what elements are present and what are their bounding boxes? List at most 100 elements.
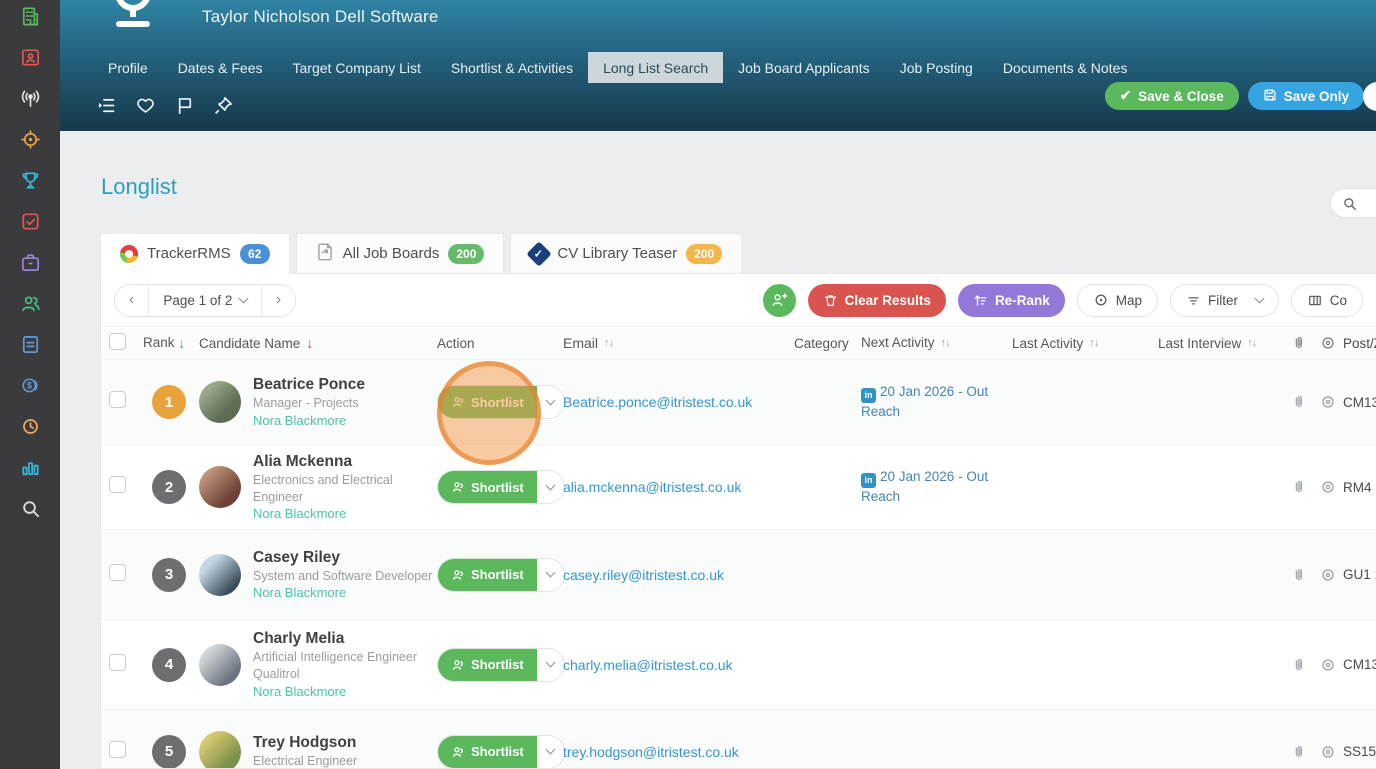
candidate-name[interactable]: Alia Mckenna (253, 453, 437, 471)
col-category[interactable]: Category (794, 336, 849, 351)
shortlist-dropdown-caret[interactable] (536, 558, 564, 591)
next-activity-link[interactable]: 20 Jan 2026 - Out Reach (861, 384, 988, 419)
briefcase-icon[interactable] (18, 250, 42, 274)
tab-cv-library-teaser[interactable]: ✓ CV Library Teaser 200 (510, 233, 743, 274)
chart-icon[interactable] (18, 455, 42, 479)
favourite-heart-icon[interactable] (134, 94, 156, 116)
people-icon[interactable] (18, 291, 42, 315)
tab-all-job-boards[interactable]: All Job Boards 200 (295, 233, 505, 274)
col-last-interview[interactable]: Last Interview (1158, 336, 1241, 351)
eye-icon[interactable] (1320, 567, 1336, 583)
col-email[interactable]: Email (563, 335, 598, 351)
flag-icon[interactable] (173, 94, 195, 116)
shortlist-split-button[interactable]: Shortlist (437, 385, 565, 419)
trophy-icon[interactable] (18, 168, 42, 192)
sort-both-icon[interactable]: ↑↓ (604, 337, 614, 349)
col-post-zip[interactable]: Post/Z (1343, 336, 1376, 351)
col-next-activity[interactable]: Next Activity (861, 334, 935, 352)
company-icon[interactable] (18, 4, 42, 28)
candidate-owner-link[interactable]: Nora Blackmore (253, 684, 437, 699)
next-page-button[interactable]: › (260, 284, 295, 316)
shortlist-dropdown-caret[interactable] (536, 735, 564, 768)
candidate-owner-link[interactable]: Nora Blackmore (253, 413, 437, 428)
tab-shortlist-activities[interactable]: Shortlist & Activities (436, 52, 588, 83)
shortlist-split-button[interactable]: Shortlist (437, 647, 565, 682)
attachment-icon[interactable] (1291, 394, 1306, 410)
tab-trackerrms[interactable]: TrackerRMS 62 (100, 233, 290, 274)
shortlist-split-button[interactable]: Shortlist (437, 470, 565, 504)
row-checkbox[interactable] (109, 653, 126, 671)
clock-icon[interactable] (18, 414, 42, 438)
shortlist-split-button[interactable]: Shortlist (437, 557, 565, 592)
candidate-name[interactable]: Beatrice Ponce (253, 376, 437, 394)
sort-desc-icon[interactable]: ↓ (306, 335, 313, 351)
collapse-menu-icon[interactable] (95, 94, 117, 116)
attachment-icon[interactable] (1291, 567, 1306, 583)
tab-profile[interactable]: Profile (93, 52, 163, 83)
candidate-email-link[interactable]: alia.mckenna@itristest.co.uk (563, 479, 741, 495)
map-button[interactable]: Map (1076, 283, 1158, 317)
save-close-button[interactable]: ✔ Save & Close (1104, 82, 1239, 110)
candidate-email-link[interactable]: casey.riley@itristest.co.uk (563, 567, 724, 583)
results-search-button[interactable] (1330, 188, 1376, 218)
tasks-icon[interactable] (18, 209, 42, 233)
add-person-button[interactable] (762, 283, 796, 317)
contact-card-icon[interactable] (18, 45, 42, 69)
shortlist-dropdown-caret[interactable] (536, 386, 564, 418)
rerank-button[interactable]: Re-Rank (957, 283, 1065, 317)
row-checkbox[interactable] (109, 391, 126, 408)
shortlist-dropdown-caret[interactable] (536, 648, 564, 681)
sort-both-icon[interactable]: ↑↓ (941, 336, 951, 350)
eye-icon[interactable] (1320, 657, 1336, 673)
shortlist-split-button[interactable]: Shortlist (437, 734, 565, 768)
candidate-name[interactable]: Casey Riley (253, 549, 437, 567)
candidate-email-link[interactable]: trey.hodgson@itristest.co.uk (563, 744, 739, 760)
tab-long-list-search[interactable]: Long List Search (588, 52, 724, 83)
tab-target-company-list[interactable]: Target Company List (278, 52, 436, 83)
target-icon[interactable] (18, 127, 42, 151)
eye-icon[interactable] (1320, 479, 1336, 495)
select-all-checkbox[interactable] (109, 333, 126, 350)
columns-button[interactable]: Co (1290, 283, 1363, 317)
record-quickbar (95, 94, 234, 116)
candidate-owner-link[interactable]: Nora Blackmore (253, 585, 437, 600)
clear-results-button[interactable]: Clear Results (807, 283, 946, 317)
tab-job-posting[interactable]: Job Posting (885, 52, 988, 83)
candidate-owner-link[interactable]: Nora Blackmore (253, 506, 437, 521)
broadcast-icon[interactable] (18, 86, 42, 110)
col-last-activity[interactable]: Last Activity (1012, 336, 1083, 351)
page-selector[interactable]: Page 1 of 2 (148, 284, 261, 316)
prev-page-button[interactable]: ‹ (115, 285, 148, 316)
eye-icon[interactable] (1320, 744, 1336, 760)
tab-job-board-applicants[interactable]: Job Board Applicants (723, 52, 885, 83)
sort-asc-icon[interactable]: ↓ (178, 335, 185, 351)
sort-both-icon[interactable]: ↑↓ (1247, 337, 1257, 349)
pin-icon[interactable] (212, 94, 234, 116)
tab-dates-fees[interactable]: Dates & Fees (163, 52, 278, 83)
candidate-email-link[interactable]: charly.melia@itristest.co.uk (563, 657, 733, 673)
attachment-icon[interactable] (1291, 335, 1306, 351)
eye-icon[interactable] (1320, 335, 1336, 351)
row-checkbox[interactable] (109, 740, 126, 758)
tab-documents-notes[interactable]: Documents & Notes (988, 52, 1143, 83)
save-only-button[interactable]: Save Only (1247, 82, 1364, 110)
candidate-email-link[interactable]: Beatrice.ponce@itristest.co.uk (563, 394, 752, 410)
next-activity-link[interactable]: 20 Jan 2026 - Out Reach (861, 469, 988, 504)
attachment-icon[interactable] (1291, 479, 1306, 495)
eye-icon[interactable] (1320, 394, 1336, 410)
notes-icon[interactable] (18, 332, 42, 356)
sort-both-icon[interactable]: ↑↓ (1089, 337, 1099, 349)
attachment-icon[interactable] (1291, 657, 1306, 673)
row-checkbox[interactable] (109, 563, 126, 581)
attachment-icon[interactable] (1291, 744, 1306, 760)
shortlist-dropdown-caret[interactable] (536, 471, 564, 503)
col-rank[interactable]: Rank (143, 335, 175, 351)
money-icon[interactable]: $ (18, 373, 42, 397)
filter-button[interactable]: Filter (1169, 283, 1279, 317)
candidate-name[interactable]: Trey Hodgson (253, 734, 437, 752)
header-extra-button[interactable] (1363, 82, 1376, 111)
candidate-name[interactable]: Charly Melia (253, 630, 437, 648)
row-checkbox[interactable] (109, 476, 126, 493)
col-candidate-name[interactable]: Candidate Name (199, 336, 300, 351)
search-icon[interactable] (18, 496, 42, 520)
